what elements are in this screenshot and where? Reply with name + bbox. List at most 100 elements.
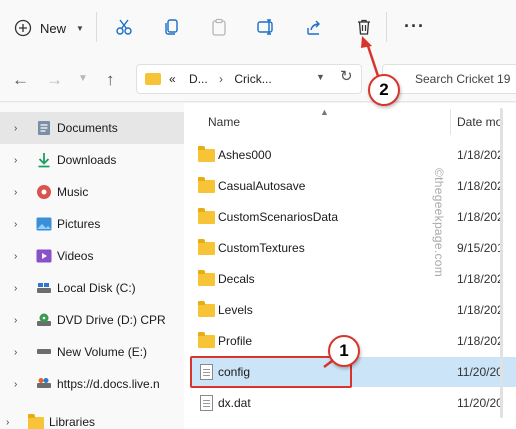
toolbar-divider <box>96 12 97 42</box>
sidebar-item-label: Downloads <box>57 153 117 167</box>
vertical-scrollbar[interactable] <box>500 108 503 418</box>
chevron-right-icon[interactable]: › <box>14 315 17 326</box>
breadcrumb-segment[interactable]: Crick... <box>234 72 271 86</box>
folder-icon <box>198 332 215 349</box>
sidebar-item-videos[interactable]: › Videos <box>0 240 184 272</box>
file-date: 11/20/20 <box>457 396 503 410</box>
file-row-file[interactable]: dx.dat 11/20/20 <box>192 388 516 418</box>
folder-icon <box>198 146 215 163</box>
sidebar-item-label: DVD Drive (D:) CPR <box>57 313 166 327</box>
libraries-icon <box>28 413 44 429</box>
paste-icon[interactable] <box>208 16 230 38</box>
sidebar-item-label: Videos <box>57 249 94 263</box>
sidebar-item-label: Music <box>57 185 89 199</box>
chevron-right-icon[interactable]: › <box>14 347 17 358</box>
file-name: CustomTextures <box>218 241 305 255</box>
sidebar-item-label: Libraries <box>49 415 96 429</box>
chevron-right-icon[interactable]: › <box>14 187 17 198</box>
forward-arrow-icon[interactable]: → <box>46 70 63 90</box>
music-icon <box>36 184 52 200</box>
file-row-folder[interactable]: Levels 1/18/202 <box>192 295 516 325</box>
sidebar-item-network-drive[interactable]: › https://d.docs.live.n <box>0 368 184 400</box>
sidebar-item-label: Local Disk (C:) <box>57 281 136 295</box>
downloads-icon <box>36 152 52 168</box>
address-overflow[interactable]: « <box>169 72 176 86</box>
file-row-folder[interactable]: CustomScenariosData 1/18/202 <box>192 202 516 232</box>
file-name: CustomScenariosData <box>218 210 339 224</box>
sidebar-item-downloads[interactable]: › Downloads <box>0 144 184 176</box>
navigation-pane: › Documents › Downloads › Music › Pictur… <box>0 103 184 429</box>
file-date: 9/15/201 <box>457 241 504 255</box>
folder-icon <box>198 270 215 287</box>
folder-icon <box>198 239 215 256</box>
sidebar-item-libraries[interactable]: › Libraries <box>0 406 184 429</box>
network-drive-icon <box>36 376 52 392</box>
sidebar-item-label: https://d.docs.live.n <box>57 377 160 391</box>
rename-icon[interactable] <box>255 16 277 38</box>
drive-icon <box>36 344 52 360</box>
sidebar-item-label: Pictures <box>57 217 101 231</box>
more-options-button[interactable]: ··· <box>404 16 425 37</box>
sidebar-item-local-disk[interactable]: › Local Disk (C:) <box>0 272 184 304</box>
file-name: Ashes000 <box>218 148 272 162</box>
share-icon[interactable] <box>303 16 325 38</box>
chevron-right-icon[interactable]: › <box>14 379 17 390</box>
file-name: Profile <box>218 334 253 348</box>
sidebar-item-label: Documents <box>57 121 118 135</box>
address-dropdown-chevron-icon[interactable]: ▼ <box>316 72 325 82</box>
chevron-right-icon[interactable]: › <box>14 219 17 230</box>
search-input[interactable]: Search Cricket 19 <box>382 64 516 94</box>
plus-circle-icon <box>14 19 32 37</box>
column-header-date-modified[interactable]: Date mo <box>457 115 502 129</box>
file-date: 1/18/202 <box>457 210 504 224</box>
sidebar-item-documents[interactable]: › Documents <box>0 112 184 144</box>
column-header-name[interactable]: Name <box>208 115 240 129</box>
chevron-right-icon[interactable]: › <box>14 123 17 134</box>
sort-ascending-icon: ▲ <box>320 107 329 117</box>
back-arrow-icon[interactable]: ← <box>12 70 29 90</box>
chevron-right-icon[interactable]: › <box>14 283 17 294</box>
file-date: 1/18/202 <box>457 303 504 317</box>
delete-icon[interactable] <box>353 16 375 38</box>
drive-icon <box>36 280 52 296</box>
videos-icon <box>36 248 52 264</box>
pictures-icon <box>36 216 52 232</box>
highlight-box <box>190 356 352 388</box>
new-button[interactable]: New ▼ <box>14 14 84 42</box>
file-name: dx.dat <box>218 396 251 410</box>
file-date: 11/20/20 <box>457 365 503 379</box>
dvd-drive-icon <box>36 312 52 328</box>
recent-locations-chevron-icon[interactable]: ▼ <box>78 73 88 84</box>
watermark-text: ©thegeekpage.com <box>432 168 446 278</box>
annotation-badge-1: 1 <box>328 335 360 367</box>
sidebar-item-label: New Volume (E:) <box>57 345 148 359</box>
file-row-folder[interactable]: Ashes000 1/18/202 <box>192 140 516 170</box>
folder-icon <box>198 177 215 194</box>
documents-icon <box>36 120 52 136</box>
column-divider[interactable] <box>450 109 451 135</box>
new-button-label: New <box>40 20 67 36</box>
sidebar-item-dvd-drive[interactable]: › DVD Drive (D:) CPR <box>0 304 184 336</box>
up-arrow-icon[interactable]: ↑ <box>106 70 115 90</box>
sidebar-item-pictures[interactable]: › Pictures <box>0 208 184 240</box>
chevron-right-icon[interactable]: › <box>14 251 17 262</box>
breadcrumb-segment[interactable]: D... <box>189 72 208 86</box>
file-name: Levels <box>218 303 253 317</box>
address-bar[interactable]: « D... › Crick... <box>136 64 362 94</box>
copy-icon[interactable] <box>161 16 183 38</box>
annotation-badge-2: 2 <box>368 74 400 106</box>
file-name: CasualAutosave <box>218 179 306 193</box>
file-date: 1/18/202 <box>457 148 504 162</box>
file-row-folder[interactable]: CasualAutosave 1/18/202 <box>192 171 516 201</box>
sidebar-item-new-volume[interactable]: › New Volume (E:) <box>0 336 184 368</box>
chevron-right-icon[interactable]: › <box>14 155 17 166</box>
cut-icon[interactable] <box>113 16 135 38</box>
file-row-folder[interactable]: Decals 1/18/202 <box>192 264 516 294</box>
file-date: 1/18/202 <box>457 179 504 193</box>
chevron-right-icon[interactable]: › <box>6 417 9 428</box>
refresh-icon[interactable]: ↻ <box>340 67 353 85</box>
file-row-folder[interactable]: CustomTextures 9/15/201 <box>192 233 516 263</box>
watermark: ©thegeekpage.com <box>432 168 452 318</box>
toolbar-divider <box>386 12 387 42</box>
sidebar-item-music[interactable]: › Music <box>0 176 184 208</box>
